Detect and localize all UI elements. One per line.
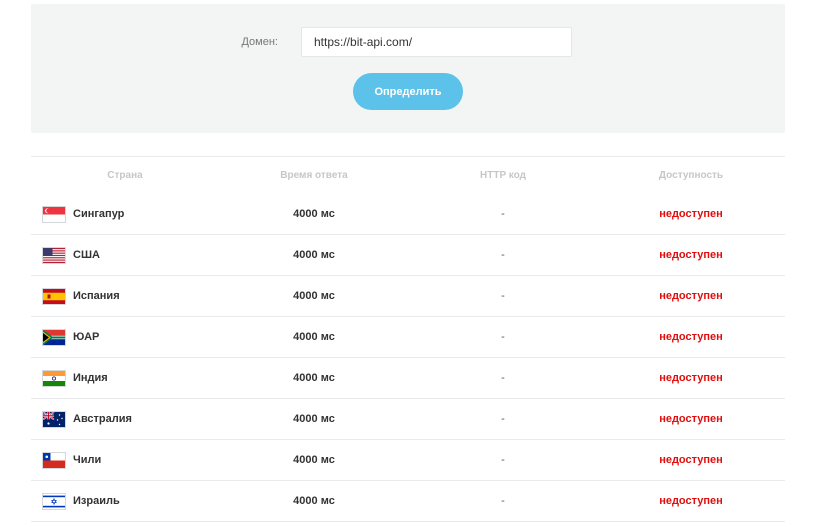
india-flag-icon xyxy=(43,371,65,386)
availability-status: недоступен xyxy=(659,413,723,425)
response-time: 4000 мс xyxy=(293,372,335,384)
availability-status: недоступен xyxy=(659,454,723,466)
results-table: Страна Время ответа HTTP код Доступность… xyxy=(31,156,785,522)
table-row: Израиль 4000 мс - недоступен xyxy=(31,481,785,522)
country-name: США xyxy=(73,249,100,261)
availability-status: недоступен xyxy=(659,331,723,343)
header-availability: Доступность xyxy=(658,170,724,181)
response-time: 4000 мс xyxy=(293,290,335,302)
response-time: 4000 мс xyxy=(293,495,335,507)
chile-flag-icon xyxy=(43,453,65,468)
response-time: 4000 мс xyxy=(293,413,335,425)
country-name: Испания xyxy=(73,290,120,302)
country-cell: США xyxy=(31,248,219,263)
response-time: 4000 мс xyxy=(293,208,335,220)
availability-status: недоступен xyxy=(659,249,723,261)
availability-status: недоступен xyxy=(659,495,723,507)
availability-status: недоступен xyxy=(659,290,723,302)
http-code: - xyxy=(501,331,505,343)
country-cell: Индия xyxy=(31,371,219,386)
response-time: 4000 мс xyxy=(293,331,335,343)
country-name: Чили xyxy=(73,454,102,466)
table-row: Австралия 4000 мс - недоступен xyxy=(31,399,785,440)
http-code: - xyxy=(501,495,505,507)
country-cell: Испания xyxy=(31,289,219,304)
domain-label: Домен: xyxy=(241,36,278,48)
country-cell: Сингапур xyxy=(31,207,219,222)
country-name: Израиль xyxy=(73,495,120,507)
http-code: - xyxy=(501,413,505,425)
header-response-time: Время ответа xyxy=(280,170,348,181)
australia-flag-icon xyxy=(43,412,65,427)
country-name: Индия xyxy=(73,372,108,384)
country-name: Австралия xyxy=(73,413,132,425)
http-code: - xyxy=(501,372,505,384)
http-code: - xyxy=(501,249,505,261)
spain-flag-icon xyxy=(43,289,65,304)
http-code: - xyxy=(501,208,505,220)
domain-check-form: Домен: Определить xyxy=(31,4,785,133)
israel-flag-icon xyxy=(43,494,65,509)
table-row: Испания 4000 мс - недоступен xyxy=(31,276,785,317)
response-time: 4000 мс xyxy=(293,249,335,261)
header-country: Страна xyxy=(107,170,143,181)
usa-flag-icon xyxy=(43,248,65,263)
domain-input[interactable] xyxy=(301,27,572,57)
south-africa-flag-icon xyxy=(43,330,65,345)
determine-button[interactable]: Определить xyxy=(353,73,463,110)
country-cell: Австралия xyxy=(31,412,219,427)
availability-status: недоступен xyxy=(659,372,723,384)
table-header: Страна Время ответа HTTP код Доступность xyxy=(31,157,785,194)
availability-status: недоступен xyxy=(659,208,723,220)
table-row: США 4000 мс - недоступен xyxy=(31,235,785,276)
table-row: ЮАР 4000 мс - недоступен xyxy=(31,317,785,358)
http-code: - xyxy=(501,454,505,466)
country-name: ЮАР xyxy=(73,331,100,343)
table-row: Сингапур 4000 мс - недоступен xyxy=(31,194,785,235)
country-cell: Израиль xyxy=(31,494,219,509)
table-row: Индия 4000 мс - недоступен xyxy=(31,358,785,399)
country-cell: ЮАР xyxy=(31,330,219,345)
response-time: 4000 мс xyxy=(293,454,335,466)
http-code: - xyxy=(501,290,505,302)
country-name: Сингапур xyxy=(73,208,125,220)
header-http-code: HTTP код xyxy=(480,170,526,181)
country-cell: Чили xyxy=(31,453,219,468)
table-row: Чили 4000 мс - недоступен xyxy=(31,440,785,481)
singapore-flag-icon xyxy=(43,207,65,222)
